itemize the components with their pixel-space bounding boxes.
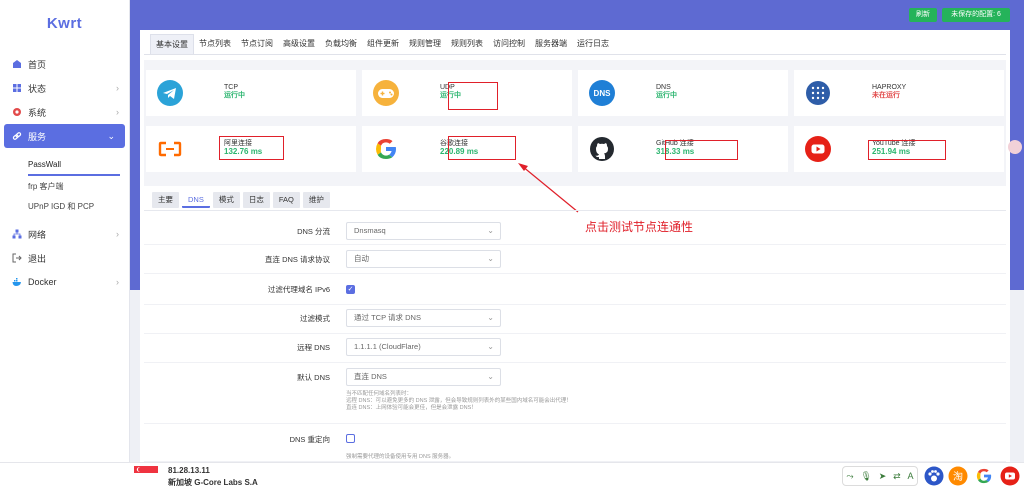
translate-icon[interactable]: ⇄ bbox=[893, 471, 901, 482]
field-label: 过滤模式 bbox=[300, 314, 330, 323]
field-label: 过滤代理域名 IPv6 bbox=[267, 285, 330, 294]
chevron-down-icon: ⌄ bbox=[487, 254, 494, 263]
form-row-default-dns: 默认 DNS bbox=[144, 364, 1006, 424]
field-label: DNS 重定向 bbox=[289, 435, 330, 444]
dns-shunt-select[interactable]: Dnsmasq ⌄ bbox=[346, 222, 501, 240]
microphone-icon[interactable]: 🎙 bbox=[860, 471, 871, 482]
singapore-flag-icon bbox=[134, 466, 158, 480]
chevron-down-icon: ⌄ bbox=[487, 342, 494, 351]
default-dns-hint: 当不匹配任何域名列表时： 远程 DNS：可以避免更多的 DNS 泄露，但会导致规… bbox=[346, 391, 572, 411]
chevron-down-icon: ⌄ bbox=[487, 313, 494, 322]
direct-protocol-select[interactable]: 自动 ⌄ bbox=[346, 250, 501, 268]
subtab-divider bbox=[144, 210, 1006, 211]
form-row-dns-redirect: DNS 重定向 bbox=[144, 425, 1006, 462]
dns-redirect-checkbox[interactable] bbox=[346, 434, 355, 443]
field-label: 默认 DNS bbox=[297, 373, 330, 382]
form-row-direct-protocol: 直连 DNS 请求协议 bbox=[144, 246, 1006, 274]
subtab-log[interactable]: 日志 bbox=[242, 192, 270, 208]
pin-icon[interactable]: ⤳ bbox=[846, 471, 853, 482]
youtube-icon[interactable] bbox=[1000, 466, 1020, 486]
browser-tray: ⤳ 🎙 ➤ ⇄ A bbox=[842, 466, 918, 486]
taobao-icon[interactable]: 淘 bbox=[948, 466, 968, 486]
form-row-remote-dns: 远程 DNS bbox=[144, 335, 1006, 363]
form-row-filter-ipv6: 过滤代理域名 IPv6 bbox=[144, 275, 1006, 305]
filter-mode-select[interactable]: 通过 TCP 请求 DNS ⌄ bbox=[346, 309, 501, 327]
google-icon[interactable] bbox=[974, 466, 994, 486]
send-icon[interactable]: ➤ bbox=[879, 471, 887, 482]
filter-ipv6-checkbox[interactable]: ✓ bbox=[346, 285, 355, 294]
form-row-dns-shunt: DNS 分流 bbox=[144, 219, 1006, 245]
subtab-mode[interactable]: 模式 bbox=[212, 192, 240, 208]
remote-dns-select[interactable]: 1.1.1.1 (CloudFlare) ⌄ bbox=[346, 338, 501, 356]
chevron-down-icon: ⌄ bbox=[487, 372, 494, 381]
ai-icon[interactable]: A bbox=[908, 471, 914, 481]
paw-icon[interactable] bbox=[924, 466, 944, 486]
field-label: 远程 DNS bbox=[297, 343, 330, 352]
isp-location: 新加坡 G-Core Labs S.A bbox=[168, 478, 258, 487]
field-label: 直连 DNS 请求协议 bbox=[264, 255, 330, 264]
field-label: DNS 分流 bbox=[297, 227, 330, 236]
subtab-faq[interactable]: FAQ bbox=[272, 192, 300, 208]
subtab-dns[interactable]: DNS bbox=[182, 192, 210, 208]
default-dns-select[interactable]: 直连 DNS ⌄ bbox=[346, 368, 501, 386]
dns-redirect-hint: 强制需要代理的设备使用专用 DNS 服务器。 bbox=[346, 454, 455, 460]
form-row-filter-mode: 过滤模式 bbox=[144, 306, 1006, 334]
chevron-down-icon: ⌄ bbox=[487, 226, 494, 235]
ip-address: 81.28.13.11 bbox=[168, 466, 210, 475]
subtab-maintenance[interactable]: 维护 bbox=[302, 192, 330, 208]
subtab-main[interactable]: 主要 bbox=[152, 192, 179, 208]
svg-text:淘: 淘 bbox=[953, 470, 963, 483]
sub-tabs: 主要 DNS 模式 日志 FAQ 维护 bbox=[152, 192, 330, 208]
floating-assistant-icon[interactable] bbox=[1008, 140, 1022, 154]
